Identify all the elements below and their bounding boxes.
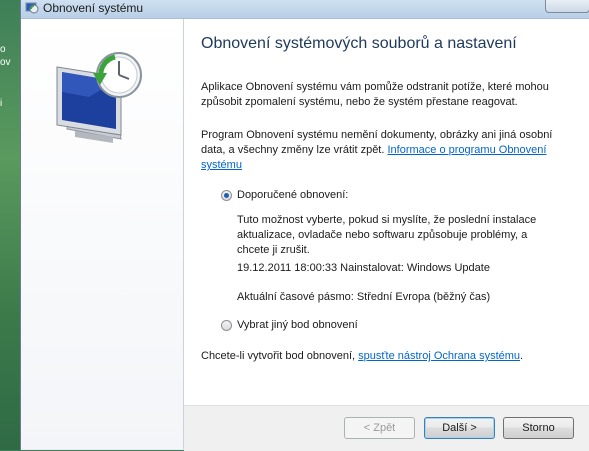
radio-label: Vybrat jiný bod obnovení: [237, 319, 358, 331]
intro-text: Aplikace Obnovení systému vám pomůže ods…: [201, 81, 549, 108]
system-restore-icon: [25, 2, 39, 14]
radio-button[interactable]: [221, 319, 232, 331]
restore-point-info: 19.12.2011 18:00:33 Nainstalovat: Window…: [237, 262, 490, 274]
recommended-description: Tuto možnost vyberte, pokud si myslíte, …: [237, 214, 537, 256]
radio-button-selected[interactable]: [221, 189, 232, 201]
create-point-text: Chcete-li vytvořit bod obnovení,: [201, 350, 356, 362]
radio-recommended-restore[interactable]: Doporučené obnovení:: [221, 189, 348, 201]
title-bar[interactable]: Obnovení systému: [21, 0, 589, 19]
button-bar: < Zpět Další > Storno: [184, 405, 589, 451]
radio-choose-other-point[interactable]: Vybrat jiný bod obnovení: [221, 319, 358, 331]
close-button[interactable]: [545, 0, 589, 13]
page-heading: Obnovení systémových souborů a nastavení: [201, 35, 517, 52]
desktop-label-fragment: i: [0, 98, 3, 109]
system-protection-link[interactable]: spusťte nástroj Ochrana systému: [358, 350, 520, 362]
timezone-info: Aktuální časové pásmo: Střední Evropa (b…: [237, 291, 491, 303]
radio-label: Doporučené obnovení:: [237, 189, 349, 201]
desktop-label-fragment: ov: [0, 57, 11, 68]
info-paragraph: Program Obnovení systému nemění dokument…: [201, 128, 571, 173]
window-title: Obnovení systému: [43, 1, 144, 15]
system-restore-window: Obnovení systému Obnovení systémových so…: [20, 0, 589, 451]
restore-clock-monitor-icon: [56, 52, 142, 143]
cancel-button[interactable]: Storno: [503, 417, 574, 439]
desktop-label-fragment: o: [0, 44, 6, 55]
next-button[interactable]: Další >: [424, 417, 495, 439]
side-panel: [21, 19, 184, 449]
create-point-end: .: [520, 350, 524, 362]
back-button[interactable]: < Zpět: [344, 417, 415, 439]
main-content: Obnovení systémových souborů a nastavení…: [184, 19, 589, 405]
create-point-paragraph: Chcete-li vytvořit bod obnovení, spusťte…: [201, 349, 571, 364]
